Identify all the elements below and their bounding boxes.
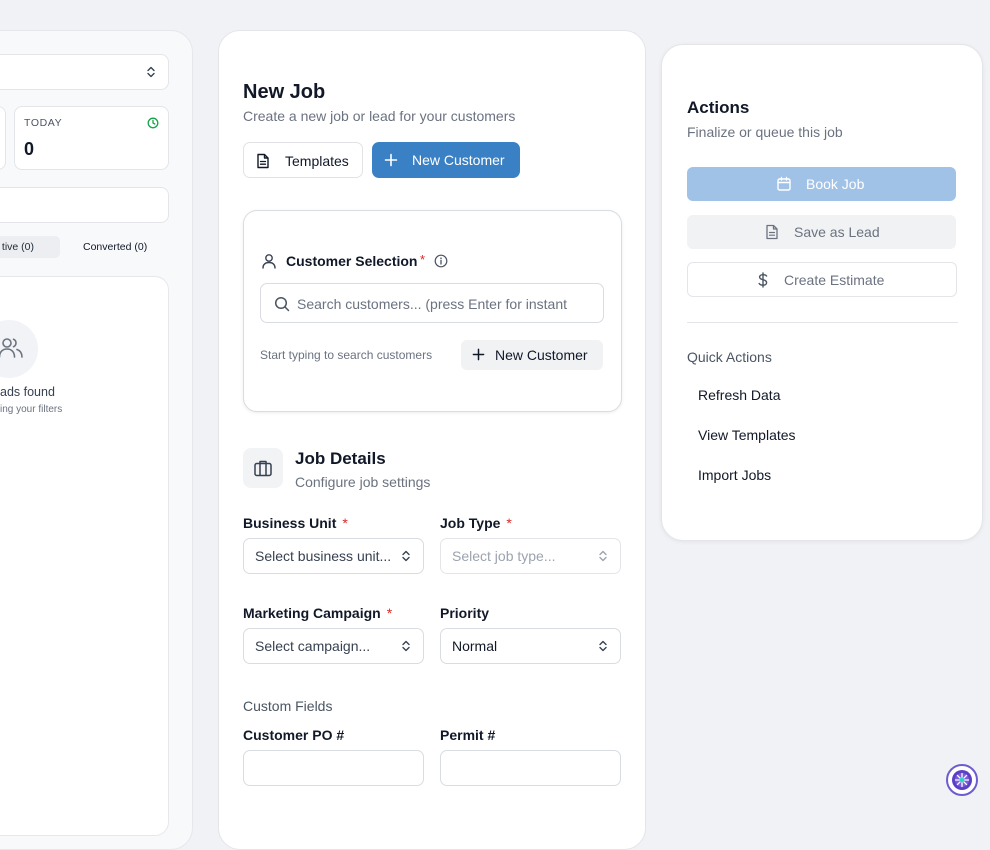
templates-button[interactable]: Templates [243, 142, 363, 178]
new-customer-button[interactable]: New Customer [372, 142, 520, 178]
chevron-updown-icon [599, 640, 607, 652]
quick-action-import-jobs[interactable]: Import Jobs [698, 467, 771, 483]
briefcase-icon [254, 460, 272, 477]
save-as-lead-label: Save as Lead [794, 224, 880, 240]
new-customer-button-label: New Customer [412, 152, 505, 168]
job-type-label-text: Job Type [440, 515, 501, 531]
job-type-label: Job Type * [440, 515, 512, 531]
today-stat-card: TODAY 0 [14, 106, 169, 170]
empty-state-title: ads found [0, 385, 55, 399]
required-mark: * [420, 252, 426, 267]
search-hint: Start typing to search customers [260, 348, 433, 362]
new-customer-inline-label: New Customer [495, 347, 588, 363]
today-value: 0 [24, 139, 35, 159]
actions-title: Actions [687, 98, 750, 117]
dollar-icon [758, 272, 768, 288]
job-details-title: Job Details [295, 449, 386, 468]
business-unit-label-text: Business Unit [243, 515, 337, 531]
chevron-updown-icon [147, 66, 155, 78]
users-icon [0, 338, 23, 358]
empty-state-subtitle: ing your filters [0, 404, 63, 415]
customer-search-input[interactable] [297, 293, 569, 315]
required-mark: * [506, 515, 512, 531]
stat-card [0, 106, 6, 170]
business-unit-label: Business Unit * [243, 515, 348, 531]
customer-po-label: Customer PO # [243, 727, 345, 743]
assistant-launcher-button[interactable] [946, 764, 978, 796]
document-icon [766, 224, 778, 240]
quick-actions-heading: Quick Actions [687, 349, 772, 365]
custom-fields-heading: Custom Fields [243, 698, 333, 714]
priority-value: Normal [452, 638, 498, 654]
create-estimate-button[interactable]: Create Estimate [687, 262, 957, 297]
tab-active-label: tive (0) [1, 241, 34, 253]
priority-label: Priority [440, 605, 489, 621]
filter-select[interactable] [0, 54, 169, 90]
assistant-logo-icon [952, 770, 972, 790]
customer-po-input[interactable] [243, 750, 424, 786]
chevron-updown-icon [599, 550, 607, 562]
clock-icon [147, 117, 159, 129]
priority-select[interactable]: Normal [440, 628, 621, 664]
quick-action-view-templates[interactable]: View Templates [698, 427, 796, 443]
quick-action-refresh-data[interactable]: Refresh Data [698, 387, 780, 403]
calendar-icon [777, 176, 791, 191]
business-unit-select[interactable]: Select business unit... [243, 538, 424, 574]
book-job-label: Book Job [806, 176, 865, 192]
marketing-campaign-label-text: Marketing Campaign [243, 605, 381, 621]
new-customer-inline-button[interactable]: New Customer [461, 340, 603, 370]
tab-active[interactable]: tive (0) [0, 236, 60, 258]
chevron-updown-icon [402, 550, 410, 562]
tab-converted[interactable]: Converted (0) [70, 236, 165, 258]
job-details-icon-box [243, 448, 283, 488]
actions-subtitle: Finalize or queue this job [687, 124, 843, 140]
page-subtitle: Create a new job or lead for your custom… [243, 108, 516, 124]
permit-input[interactable] [440, 750, 621, 786]
marketing-campaign-value: Select campaign... [255, 638, 371, 654]
search-icon [274, 296, 290, 312]
actions-divider [687, 322, 958, 323]
customer-selection-label: Customer Selection [286, 253, 418, 269]
chevron-updown-icon [402, 640, 410, 652]
required-mark: * [386, 605, 393, 621]
left-search-input[interactable] [0, 187, 169, 223]
business-unit-value: Select business unit... [255, 548, 392, 564]
job-type-value: Select job type... [452, 548, 556, 564]
required-mark: * [342, 515, 348, 531]
tab-converted-label: Converted (0) [83, 241, 148, 253]
marketing-campaign-select[interactable]: Select campaign... [243, 628, 424, 664]
customer-search-field[interactable] [260, 283, 604, 323]
permit-label: Permit # [440, 727, 496, 743]
save-as-lead-button[interactable]: Save as Lead [687, 215, 956, 249]
info-icon[interactable] [434, 254, 448, 268]
job-type-select[interactable]: Select job type... [440, 538, 621, 574]
page-title: New Job [243, 81, 326, 103]
book-job-button[interactable]: Book Job [687, 167, 956, 201]
today-label: TODAY [24, 117, 63, 129]
create-estimate-label: Create Estimate [784, 272, 885, 288]
plus-icon [384, 153, 398, 167]
templates-button-label: Templates [285, 153, 349, 169]
plus-icon [472, 348, 485, 361]
job-details-subtitle: Configure job settings [295, 474, 431, 490]
marketing-campaign-label: Marketing Campaign * [243, 605, 392, 621]
document-icon [257, 153, 269, 169]
priority-label-text: Priority [440, 605, 490, 621]
user-icon [262, 254, 276, 269]
